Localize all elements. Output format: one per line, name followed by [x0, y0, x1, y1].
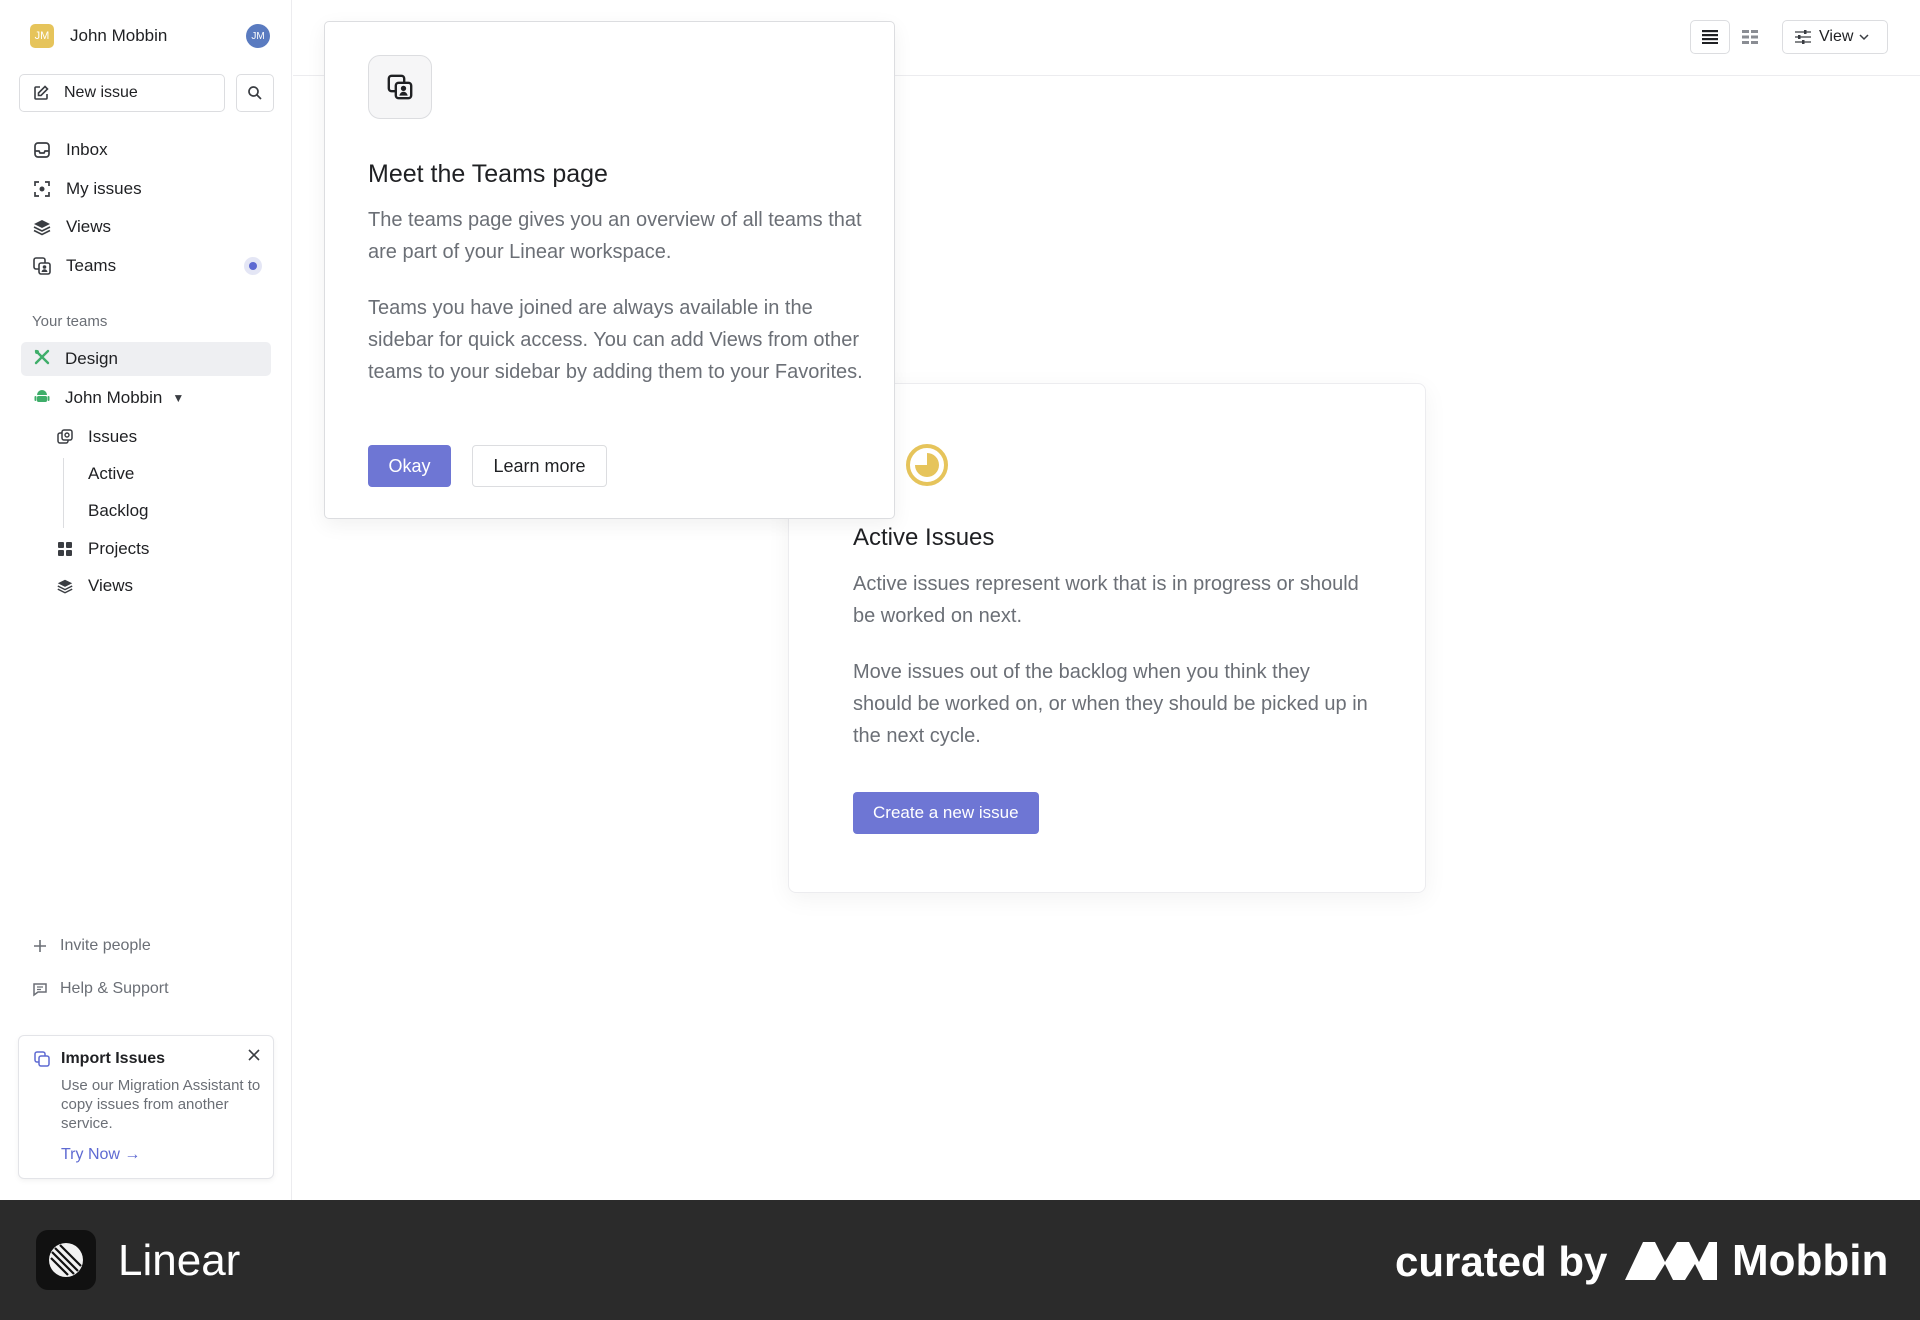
active-issues-hint: Move issues out of the backlog when you … [853, 661, 1368, 747]
sidebar-item-team-views[interactable]: Views [52, 570, 272, 602]
layers-icon [32, 217, 52, 237]
mobbin-logo [1625, 1242, 1717, 1280]
sidebar-team-design[interactable]: Design [21, 342, 271, 376]
compose-icon [34, 85, 49, 100]
attribution-banner: Linear curated by Mobbin [0, 1200, 1920, 1320]
view-label: View [1819, 28, 1854, 45]
curated-by-text: curated by [1395, 1238, 1608, 1285]
copy-icon [34, 1051, 50, 1067]
target-icon [32, 179, 52, 199]
inbox-icon [32, 140, 52, 160]
import-issues-card: Import Issues Use our Migration Assistan… [18, 1035, 274, 1179]
board-view-button[interactable] [1730, 20, 1770, 54]
in-progress-icon [906, 444, 948, 486]
grid-icon [56, 540, 74, 558]
chat-icon [33, 983, 47, 997]
learn-more-button[interactable]: Learn more [472, 445, 607, 487]
caret-down-icon[interactable]: ▼ [172, 391, 184, 405]
invite-people-link[interactable]: Invite people [32, 934, 151, 958]
popover-title: Meet the Teams page [368, 160, 608, 188]
teams-new-indicator [244, 257, 262, 275]
sidebar-item-backlog[interactable]: Backlog [88, 495, 148, 527]
teams-icon [368, 55, 432, 119]
sidebar-item-views[interactable]: Views [20, 210, 272, 244]
sidebar-item-teams[interactable]: Teams [20, 249, 272, 283]
tree-connector [63, 458, 64, 528]
try-now-link[interactable]: Try Now → [61, 1146, 140, 1164]
new-issue-label: New issue [64, 84, 138, 101]
help-label: Help & Support [60, 980, 169, 997]
sidebar-item-issues[interactable]: Issues [52, 421, 272, 453]
active-issues-description: Active issues represent work that is in … [853, 573, 1359, 627]
linear-logo [36, 1230, 96, 1290]
popover-details: Teams you have joined are always availab… [368, 297, 863, 383]
popover-description: The teams page gives you an overview of … [368, 209, 862, 263]
search-icon [248, 86, 262, 100]
sidebar-item-active[interactable]: Active [88, 458, 134, 490]
help-support-link[interactable]: Help & Support [32, 977, 169, 1001]
issues-icon [56, 428, 74, 446]
workspace-header[interactable]: JM John Mobbin JM [30, 24, 270, 48]
sidebar-item-label: My issues [66, 179, 142, 198]
board-icon [1742, 30, 1758, 44]
sidebar-team-john-mobbin[interactable]: John Mobbin ▼ [21, 381, 271, 415]
active-issues-title: Active Issues [853, 524, 995, 551]
import-card-title: Import Issues [61, 1050, 166, 1067]
your-teams-heading: Your teams [32, 313, 108, 330]
workspace-logo: JM [30, 24, 54, 48]
import-card-description: Use our Migration Assistant to copy issu… [61, 1077, 261, 1132]
layout-toggle [1690, 20, 1772, 54]
sidebar-item-projects[interactable]: Projects [52, 533, 272, 565]
design-tools-icon [33, 348, 51, 371]
teams-icon [32, 256, 52, 276]
sliders-icon [1795, 30, 1811, 44]
new-issue-button[interactable]: New issue [19, 74, 225, 112]
team-label: Design [65, 349, 118, 368]
sidebar-item-my-issues[interactable]: My issues [20, 172, 272, 206]
sidebar-item-label: Teams [66, 256, 117, 275]
android-icon [33, 387, 51, 410]
avatar[interactable]: JM [246, 24, 270, 48]
sidebar: JM John Mobbin JM New issue Inbox My iss… [0, 0, 292, 1200]
sidebar-item-label: Issues [88, 427, 138, 446]
teams-onboarding-popover: Meet the Teams page The teams page gives… [324, 21, 895, 519]
layers-icon [56, 577, 74, 595]
mobbin-name: Mobbin [1732, 1236, 1889, 1285]
sidebar-item-label: Projects [88, 539, 150, 558]
sidebar-item-inbox[interactable]: Inbox [20, 133, 272, 167]
list-icon [1702, 30, 1718, 44]
create-new-issue-button[interactable]: Create a new issue [853, 792, 1039, 834]
close-icon[interactable] [245, 1046, 263, 1064]
plus-icon [34, 940, 46, 952]
view-options-button[interactable]: View [1782, 20, 1888, 54]
workspace-name: John Mobbin [70, 26, 168, 45]
sidebar-item-label: Views [66, 217, 112, 236]
list-view-button[interactable] [1690, 20, 1730, 54]
chevron-down-icon [1859, 33, 1869, 40]
sidebar-item-label: Views [88, 576, 134, 595]
sidebar-item-label: Inbox [66, 140, 108, 159]
team-label: John Mobbin [65, 388, 163, 407]
invite-label: Invite people [60, 937, 151, 954]
app-name: Linear [118, 1236, 241, 1285]
okay-button[interactable]: Okay [368, 445, 451, 487]
search-button[interactable] [236, 74, 274, 112]
